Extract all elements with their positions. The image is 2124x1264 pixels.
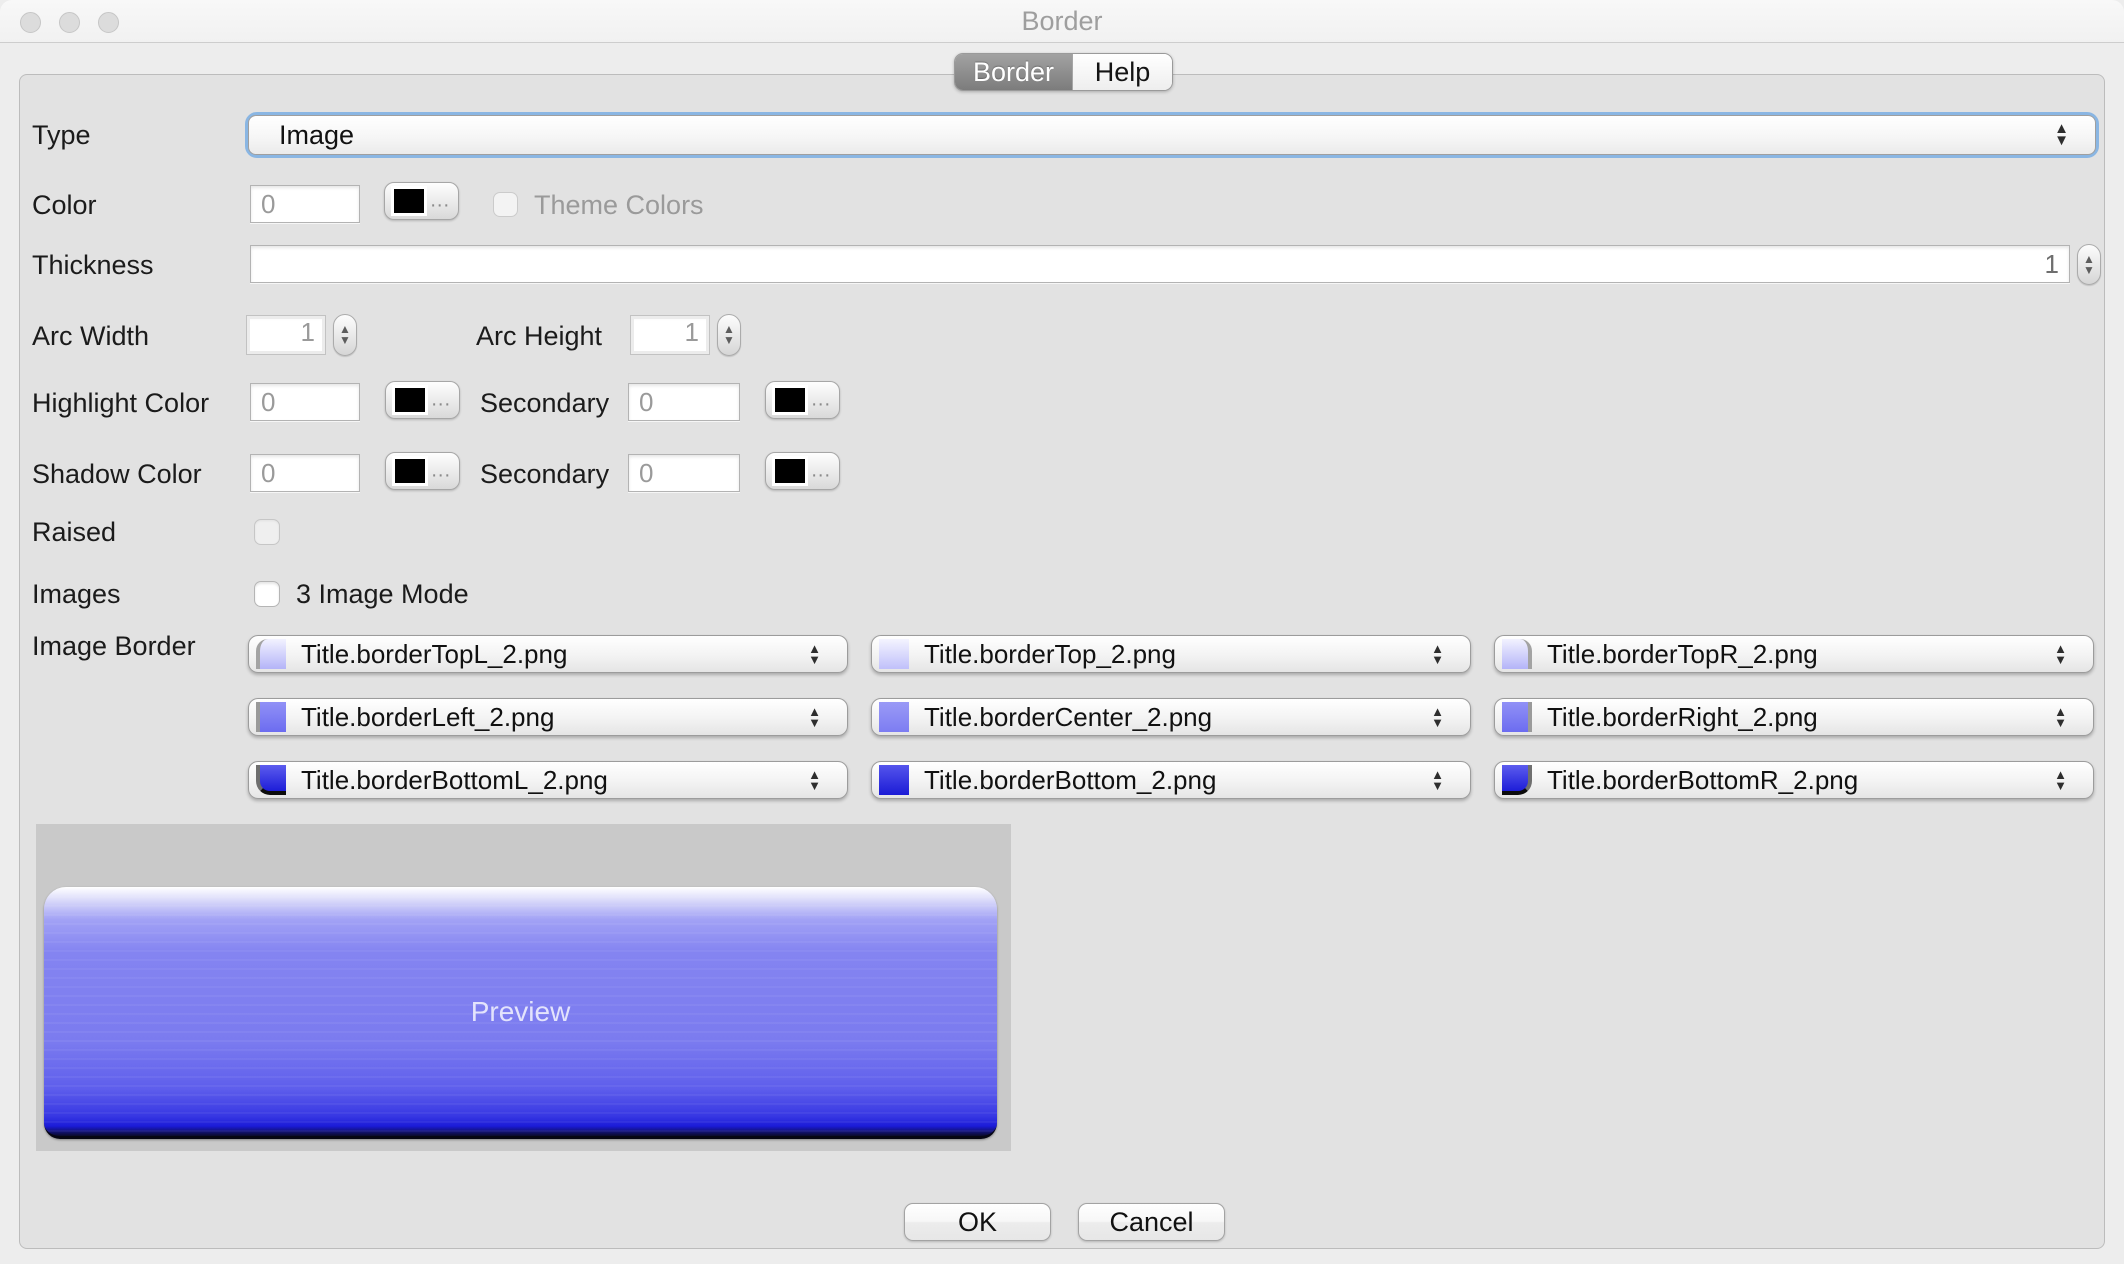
combo-arrows-icon: ▲ ▼ (2054, 120, 2069, 149)
highlight-secondary-field[interactable]: 0 (628, 383, 740, 421)
thickness-spinner[interactable]: ▲ ▼ (2077, 244, 2101, 285)
thickness-field[interactable]: 1 (250, 245, 2070, 283)
highlight-secondary-picker-ellipsis: ... (811, 388, 831, 411)
preview-label: Preview (470, 995, 571, 1027)
highlight-color-label: Highlight Color (32, 388, 210, 418)
image-border-bottom-right-select[interactable]: Title.borderBottomR_2.png ▲ ▼ (1494, 761, 2094, 799)
highlight-secondary-swatch-button[interactable]: ... (765, 381, 840, 419)
border-bottom-thumbnail-icon (879, 765, 909, 795)
image-border-top-select[interactable]: Title.borderTop_2.png ▲ ▼ (871, 635, 1471, 673)
images-label: Images (32, 579, 121, 609)
border-top-thumbnail-icon (879, 639, 909, 669)
border-left-thumbnail-icon (256, 702, 286, 732)
window-title: Border (1021, 6, 1103, 36)
type-label: Type (32, 120, 91, 150)
shadow-secondary-label: Secondary (480, 459, 610, 489)
color-picker-ellipsis: ... (430, 189, 450, 212)
combo-arrows-icon: ▲ ▼ (808, 704, 821, 730)
highlight-secondary-swatch (772, 385, 808, 415)
combo-arrows-icon: ▲ ▼ (1431, 704, 1444, 730)
highlight-swatch-button[interactable]: ... (385, 381, 460, 419)
combo-arrows-icon: ▲ ▼ (2054, 704, 2067, 730)
image-border-bottom-select[interactable]: Title.borderBottom_2.png ▲ ▼ (871, 761, 1471, 799)
spinner-down-icon[interactable]: ▼ (339, 334, 351, 346)
type-select-value: Image (279, 120, 355, 150)
border-dialog: Border Border Help Type Image ▲ ▼ Color 0… (0, 0, 2124, 1264)
color-value-field[interactable]: 0 (250, 185, 360, 223)
shadow-picker-ellipsis: ... (431, 459, 451, 482)
arc-width-field[interactable]: 1 (246, 315, 326, 355)
preview-border-rendering: Preview (44, 887, 997, 1139)
tab-group: Border Help (954, 53, 1173, 91)
shadow-color-field[interactable]: 0 (250, 454, 360, 492)
image-border-right-select[interactable]: Title.borderRight_2.png ▲ ▼ (1494, 698, 2094, 736)
image-border-top-left-select[interactable]: Title.borderTopL_2.png ▲ ▼ (248, 635, 848, 673)
shadow-secondary-swatch-button[interactable]: ... (765, 452, 840, 490)
combo-arrows-icon: ▲ ▼ (2054, 767, 2067, 793)
image-border-label: Image Border (32, 631, 196, 661)
shadow-swatch (392, 456, 428, 486)
color-swatch-button[interactable]: ... (384, 182, 459, 220)
three-image-mode-checkbox[interactable] (254, 581, 280, 607)
tab-border[interactable]: Border (955, 54, 1072, 90)
shadow-secondary-picker-ellipsis: ... (811, 459, 831, 482)
image-border-top-right-select[interactable]: Title.borderTopR_2.png ▲ ▼ (1494, 635, 2094, 673)
color-label: Color (32, 190, 97, 220)
shadow-swatch-button[interactable]: ... (385, 452, 460, 490)
arc-height-field[interactable]: 1 (630, 315, 710, 355)
highlight-color-field[interactable]: 0 (250, 383, 360, 421)
arc-height-spinner[interactable]: ▲ ▼ (717, 314, 741, 356)
tab-help[interactable]: Help (1072, 54, 1172, 90)
highlight-swatch (392, 385, 428, 415)
three-image-mode-label: 3 Image Mode (296, 579, 469, 609)
arc-width-label: Arc Width (32, 321, 150, 351)
arc-height-label: Arc Height (476, 321, 603, 351)
raised-checkbox[interactable] (254, 519, 280, 545)
spinner-down-icon[interactable]: ▼ (723, 334, 735, 346)
border-bottom-left-thumbnail-icon (256, 765, 286, 795)
title-bar: Border (0, 0, 2124, 43)
spinner-down-icon[interactable]: ▼ (2083, 264, 2095, 276)
cancel-button[interactable]: Cancel (1078, 1203, 1225, 1241)
combo-arrows-icon: ▲ ▼ (1431, 767, 1444, 793)
border-top-left-thumbnail-icon (256, 639, 286, 669)
border-bottom-right-thumbnail-icon (1502, 765, 1532, 795)
arc-width-spinner[interactable]: ▲ ▼ (333, 314, 357, 356)
shadow-color-label: Shadow Color (32, 459, 202, 489)
type-select[interactable]: Image ▲ ▼ (245, 112, 2099, 158)
preview-area: Preview (36, 824, 1011, 1151)
image-border-center-select[interactable]: Title.borderCenter_2.png ▲ ▼ (871, 698, 1471, 736)
highlight-secondary-label: Secondary (480, 388, 610, 418)
shadow-secondary-swatch (772, 456, 808, 486)
shadow-secondary-field[interactable]: 0 (628, 454, 740, 492)
image-border-left-select[interactable]: Title.borderLeft_2.png ▲ ▼ (248, 698, 848, 736)
theme-colors-checkbox[interactable] (493, 192, 518, 217)
combo-arrows-icon: ▲ ▼ (1431, 641, 1444, 667)
border-center-thumbnail-icon (879, 702, 909, 732)
highlight-picker-ellipsis: ... (431, 388, 451, 411)
theme-colors-label: Theme Colors (534, 190, 704, 220)
combo-arrows-icon: ▲ ▼ (2054, 641, 2067, 667)
color-swatch (391, 186, 427, 216)
combo-arrows-icon: ▲ ▼ (808, 641, 821, 667)
image-border-bottom-left-select[interactable]: Title.borderBottomL_2.png ▲ ▼ (248, 761, 848, 799)
border-top-right-thumbnail-icon (1502, 639, 1532, 669)
ok-button[interactable]: OK (904, 1203, 1051, 1241)
raised-label: Raised (32, 517, 117, 547)
combo-arrows-icon: ▲ ▼ (808, 767, 821, 793)
thickness-label: Thickness (32, 250, 154, 280)
border-right-thumbnail-icon (1502, 702, 1532, 732)
